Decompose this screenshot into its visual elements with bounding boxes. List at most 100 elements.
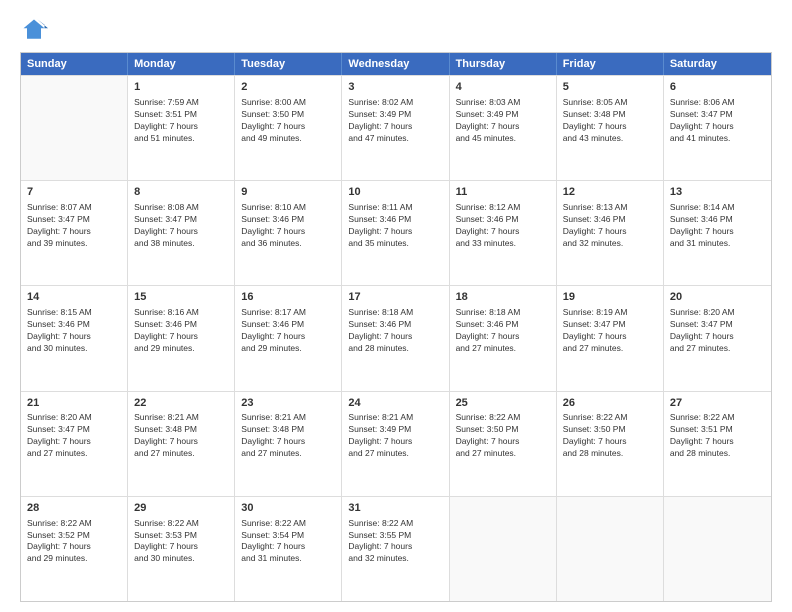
day-number: 8 [134, 185, 228, 200]
day-number: 15 [134, 290, 228, 305]
day-info: Sunrise: 8:06 AM Sunset: 3:47 PM Dayligh… [670, 97, 765, 145]
day-cell-27: 27Sunrise: 8:22 AM Sunset: 3:51 PM Dayli… [664, 392, 771, 496]
day-number: 3 [348, 80, 442, 95]
day-info: Sunrise: 8:12 AM Sunset: 3:46 PM Dayligh… [456, 202, 550, 250]
day-info: Sunrise: 8:07 AM Sunset: 3:47 PM Dayligh… [27, 202, 121, 250]
day-info: Sunrise: 8:22 AM Sunset: 3:54 PM Dayligh… [241, 518, 335, 566]
logo [20, 16, 52, 44]
day-info: Sunrise: 8:05 AM Sunset: 3:48 PM Dayligh… [563, 97, 657, 145]
day-of-week-wednesday: Wednesday [342, 53, 449, 75]
day-of-week-tuesday: Tuesday [235, 53, 342, 75]
day-info: Sunrise: 8:18 AM Sunset: 3:46 PM Dayligh… [456, 307, 550, 355]
calendar-week-3: 14Sunrise: 8:15 AM Sunset: 3:46 PM Dayli… [21, 285, 771, 390]
day-number: 13 [670, 185, 765, 200]
day-info: Sunrise: 8:22 AM Sunset: 3:53 PM Dayligh… [134, 518, 228, 566]
day-info: Sunrise: 8:03 AM Sunset: 3:49 PM Dayligh… [456, 97, 550, 145]
calendar: SundayMondayTuesdayWednesdayThursdayFrid… [20, 52, 772, 602]
page: SundayMondayTuesdayWednesdayThursdayFrid… [0, 0, 792, 612]
day-info: Sunrise: 8:00 AM Sunset: 3:50 PM Dayligh… [241, 97, 335, 145]
day-info: Sunrise: 8:16 AM Sunset: 3:46 PM Dayligh… [134, 307, 228, 355]
day-number: 4 [456, 80, 550, 95]
day-number: 27 [670, 396, 765, 411]
day-number: 23 [241, 396, 335, 411]
day-cell-30: 30 Sunrise: 8:22 AM Sunset: 3:54 PM Dayli… [235, 497, 342, 601]
day-cell-12: 12 Sunrise: 8:13 AM Sunset: 3:46 PM Dayli… [557, 181, 664, 285]
day-number: 30 [241, 501, 335, 516]
day-number: 5 [563, 80, 657, 95]
day-cell-16: 16 Sunrise: 8:17 AM Sunset: 3:46 PM Dayli… [235, 286, 342, 390]
calendar-header: SundayMondayTuesdayWednesdayThursdayFrid… [21, 53, 771, 75]
empty-cell [557, 497, 664, 601]
day-cell-20: 20Sunrise: 8:20 AM Sunset: 3:47 PM Dayli… [664, 286, 771, 390]
day-number: 16 [241, 290, 335, 305]
day-number: 17 [348, 290, 442, 305]
day-number: 25 [456, 396, 550, 411]
day-cell-3: 3 Sunrise: 8:02 AM Sunset: 3:49 PM Daylig… [342, 76, 449, 180]
day-cell-8: 8 Sunrise: 8:08 AM Sunset: 3:47 PM Daylig… [128, 181, 235, 285]
day-number: 9 [241, 185, 335, 200]
day-number: 6 [670, 80, 765, 95]
day-number: 21 [27, 396, 121, 411]
day-of-week-saturday: Saturday [664, 53, 771, 75]
day-info: Sunrise: 8:02 AM Sunset: 3:49 PM Dayligh… [348, 97, 442, 145]
day-cell-6: 6 Sunrise: 8:06 AM Sunset: 3:47 PM Daylig… [664, 76, 771, 180]
day-cell-26: 26Sunrise: 8:22 AM Sunset: 3:50 PM Dayli… [557, 392, 664, 496]
calendar-week-5: 28 Sunrise: 8:22 AM Sunset: 3:52 PM Dayli… [21, 496, 771, 601]
day-cell-31: 31 Sunrise: 8:22 AM Sunset: 3:55 PM Dayli… [342, 497, 449, 601]
day-number: 31 [348, 501, 442, 516]
day-number: 2 [241, 80, 335, 95]
day-cell-29: 29Sunrise: 8:22 AM Sunset: 3:53 PM Dayli… [128, 497, 235, 601]
calendar-week-2: 7 Sunrise: 8:07 AM Sunset: 3:47 PM Daylig… [21, 180, 771, 285]
empty-cell [21, 76, 128, 180]
day-info: Sunrise: 8:13 AM Sunset: 3:46 PM Dayligh… [563, 202, 657, 250]
day-of-week-friday: Friday [557, 53, 664, 75]
day-number: 20 [670, 290, 765, 305]
day-number: 24 [348, 396, 442, 411]
day-info: Sunrise: 8:22 AM Sunset: 3:52 PM Dayligh… [27, 518, 121, 566]
day-number: 12 [563, 185, 657, 200]
calendar-week-1: 1 Sunrise: 7:59 AM Sunset: 3:51 PM Daylig… [21, 75, 771, 180]
day-of-week-monday: Monday [128, 53, 235, 75]
day-cell-17: 17 Sunrise: 8:18 AM Sunset: 3:46 PM Dayli… [342, 286, 449, 390]
day-cell-28: 28 Sunrise: 8:22 AM Sunset: 3:52 PM Dayli… [21, 497, 128, 601]
day-cell-18: 18 Sunrise: 8:18 AM Sunset: 3:46 PM Dayli… [450, 286, 557, 390]
day-number: 1 [134, 80, 228, 95]
day-info: Sunrise: 8:20 AM Sunset: 3:47 PM Dayligh… [27, 412, 121, 460]
day-info: Sunrise: 8:18 AM Sunset: 3:46 PM Dayligh… [348, 307, 442, 355]
day-cell-1: 1 Sunrise: 7:59 AM Sunset: 3:51 PM Daylig… [128, 76, 235, 180]
day-info: Sunrise: 8:21 AM Sunset: 3:49 PM Dayligh… [348, 412, 442, 460]
day-info: Sunrise: 8:22 AM Sunset: 3:55 PM Dayligh… [348, 518, 442, 566]
day-number: 22 [134, 396, 228, 411]
day-info: Sunrise: 8:22 AM Sunset: 3:51 PM Dayligh… [670, 412, 765, 460]
logo-icon [20, 16, 48, 44]
day-cell-22: 22Sunrise: 8:21 AM Sunset: 3:48 PM Dayli… [128, 392, 235, 496]
day-info: Sunrise: 8:08 AM Sunset: 3:47 PM Dayligh… [134, 202, 228, 250]
day-info: Sunrise: 8:21 AM Sunset: 3:48 PM Dayligh… [134, 412, 228, 460]
day-cell-24: 24Sunrise: 8:21 AM Sunset: 3:49 PM Dayli… [342, 392, 449, 496]
calendar-week-4: 21Sunrise: 8:20 AM Sunset: 3:47 PM Dayli… [21, 391, 771, 496]
day-number: 28 [27, 501, 121, 516]
day-number: 18 [456, 290, 550, 305]
day-of-week-sunday: Sunday [21, 53, 128, 75]
day-info: Sunrise: 8:17 AM Sunset: 3:46 PM Dayligh… [241, 307, 335, 355]
calendar-body: 1 Sunrise: 7:59 AM Sunset: 3:51 PM Daylig… [21, 75, 771, 601]
day-cell-10: 10Sunrise: 8:11 AM Sunset: 3:46 PM Dayli… [342, 181, 449, 285]
empty-cell [450, 497, 557, 601]
day-info: Sunrise: 8:21 AM Sunset: 3:48 PM Dayligh… [241, 412, 335, 460]
day-cell-19: 19Sunrise: 8:19 AM Sunset: 3:47 PM Dayli… [557, 286, 664, 390]
day-info: Sunrise: 7:59 AM Sunset: 3:51 PM Dayligh… [134, 97, 228, 145]
day-number: 26 [563, 396, 657, 411]
day-cell-23: 23Sunrise: 8:21 AM Sunset: 3:48 PM Dayli… [235, 392, 342, 496]
day-cell-14: 14Sunrise: 8:15 AM Sunset: 3:46 PM Dayli… [21, 286, 128, 390]
day-cell-25: 25Sunrise: 8:22 AM Sunset: 3:50 PM Dayli… [450, 392, 557, 496]
day-info: Sunrise: 8:15 AM Sunset: 3:46 PM Dayligh… [27, 307, 121, 355]
day-of-week-thursday: Thursday [450, 53, 557, 75]
day-info: Sunrise: 8:19 AM Sunset: 3:47 PM Dayligh… [563, 307, 657, 355]
day-info: Sunrise: 8:22 AM Sunset: 3:50 PM Dayligh… [563, 412, 657, 460]
day-cell-11: 11 Sunrise: 8:12 AM Sunset: 3:46 PM Dayli… [450, 181, 557, 285]
day-info: Sunrise: 8:14 AM Sunset: 3:46 PM Dayligh… [670, 202, 765, 250]
day-number: 11 [456, 185, 550, 200]
day-number: 7 [27, 185, 121, 200]
day-number: 10 [348, 185, 442, 200]
empty-cell [664, 497, 771, 601]
